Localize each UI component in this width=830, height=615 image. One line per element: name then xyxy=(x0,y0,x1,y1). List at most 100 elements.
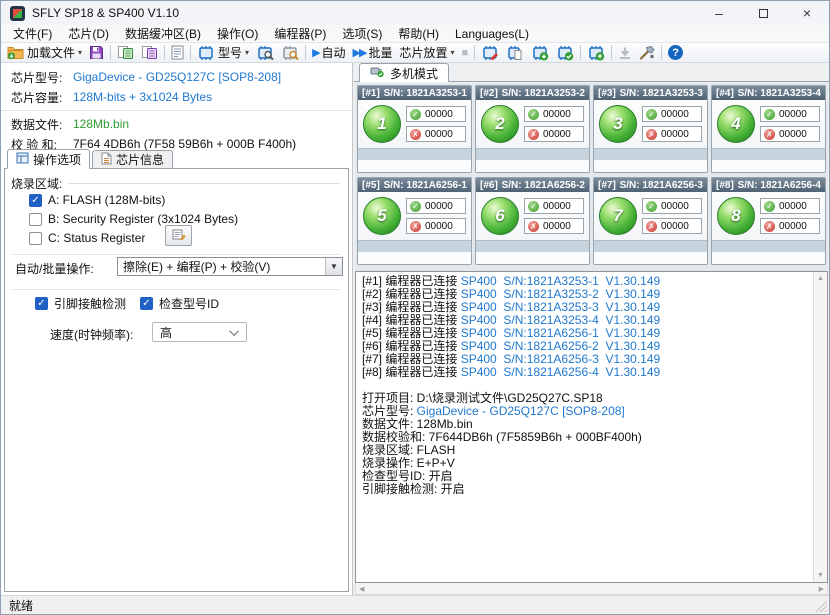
copy-from-buffer-button[interactable] xyxy=(138,43,161,62)
chip-detect-button[interactable] xyxy=(278,43,302,62)
load-file-dropdown-icon[interactable]: ▾ xyxy=(78,48,82,57)
log-text: 数据校验和: 7F644DB6h (7F5859B6h + 000BF400h) xyxy=(362,430,642,444)
program-button[interactable] xyxy=(528,43,552,62)
log-horizontal-scrollbar[interactable]: ◀ ▶ xyxy=(355,583,828,595)
fail-cross-icon: ✗ xyxy=(528,221,539,232)
programmer-card-footer xyxy=(476,160,589,172)
menu-file[interactable]: 文件(F) xyxy=(5,25,60,42)
data-file-value: 128Mb.bin xyxy=(73,117,129,131)
fail-counter: ✗ 00000 xyxy=(760,218,820,234)
help-button[interactable]: ? xyxy=(665,43,686,62)
play-icon: ▶ xyxy=(312,46,318,59)
select-model-dropdown-icon[interactable]: ▾ xyxy=(245,48,249,57)
load-file-button[interactable]: 加载文件 ▾ xyxy=(4,43,85,62)
status-register-settings-button[interactable] xyxy=(165,225,192,246)
fail-counter: ✗ 00000 xyxy=(406,218,466,234)
menu-chip[interactable]: 芯片(D) xyxy=(60,25,117,42)
stop-button[interactable]: ■ xyxy=(459,43,472,62)
chip-model-label: 芯片型号: xyxy=(11,69,73,86)
blank-check-button[interactable] xyxy=(503,43,527,62)
close-button[interactable]: × xyxy=(785,1,829,25)
scroll-left-icon[interactable]: ◀ xyxy=(359,585,364,593)
checkbox-area-c[interactable]: C: Status Register xyxy=(29,231,145,245)
fail-cross-icon: ✗ xyxy=(764,221,775,232)
log-vertical-scrollbar[interactable]: ▲ ▼ xyxy=(813,272,827,582)
chip-search-button[interactable] xyxy=(253,43,277,62)
tools-button[interactable] xyxy=(636,43,658,62)
auto-batch-label: 自动/批量操作: xyxy=(15,260,94,277)
pass-count-value: 00000 xyxy=(425,201,453,212)
scroll-up-icon[interactable]: ▲ xyxy=(817,275,824,282)
programmer-counters: ✓ 00000 ✗ 00000 xyxy=(406,198,466,234)
tab-operation-label: 操作选项 xyxy=(33,151,81,168)
menu-programmer[interactable]: 编程器(P) xyxy=(266,25,334,42)
resize-grip[interactable] xyxy=(814,599,827,612)
copy-to-buffer-button[interactable] xyxy=(114,43,137,62)
programmer-card-footer xyxy=(476,252,589,264)
checkbox-checked-icon[interactable] xyxy=(35,297,48,310)
checkbox-area-a[interactable]: A: FLASH (128M-bits) xyxy=(29,193,165,207)
menu-buffer[interactable]: 数据缓冲区(B) xyxy=(117,25,209,42)
buffer-view-button[interactable] xyxy=(168,43,187,62)
programmer-card-strip xyxy=(358,240,471,252)
stop-icon: ■ xyxy=(462,47,469,59)
verify-button[interactable] xyxy=(553,43,577,62)
log-text-highlight: SP400 S/N:1821A6256-1 V1.30.149 xyxy=(461,326,660,340)
select-model-button[interactable]: 型号 ▾ xyxy=(194,43,252,62)
edit-form-icon xyxy=(172,228,186,243)
fail-count-value: 00000 xyxy=(779,129,807,140)
programmer-card-footer xyxy=(594,252,707,264)
scroll-right-icon[interactable]: ▶ xyxy=(819,585,824,593)
erase-button[interactable] xyxy=(478,43,502,62)
maximize-button[interactable] xyxy=(741,1,785,25)
menu-help[interactable]: 帮助(H) xyxy=(390,25,447,42)
window-title: SFLY SP18 & SP400 V1.10 xyxy=(32,6,179,20)
programmer-number-orb: 3 xyxy=(599,105,637,143)
tab-operation-options[interactable]: 操作选项 xyxy=(7,149,90,169)
scroll-down-icon[interactable]: ▼ xyxy=(817,572,824,579)
checkbox-pin-check[interactable]: 引脚接触检测 xyxy=(35,295,126,312)
checkbox-checked-icon[interactable] xyxy=(140,297,153,310)
programmer-index: [#2] xyxy=(480,88,498,99)
log-text-highlight: SP400 S/N:1821A3253-4 V1.30.149 xyxy=(461,313,660,327)
log-text: 引脚接触检测: 开启 xyxy=(362,482,465,496)
tab-chip-info[interactable]: 芯片信息 xyxy=(92,150,173,169)
download-firmware-button[interactable] xyxy=(615,43,635,62)
log-line: [#8] 编程器已连接 SP400 S/N:1821A6256-4 V1.30.… xyxy=(362,366,810,379)
programmer-card: [#5] S/N: 1821A6256-1 5 ✓ 00000 ✗ 00000 xyxy=(357,177,472,265)
chip-capacity-value: 128M-bits + 3x1024 Bytes xyxy=(73,90,212,104)
auto-batch-combobox[interactable]: 擦除(E) + 编程(P) + 校验(V) ▼ xyxy=(117,257,343,276)
chip-model-value[interactable]: GigaDevice - GD25Q127C [SOP8-208] xyxy=(73,70,281,84)
checkbox-id-check[interactable]: 检查型号ID xyxy=(140,295,219,312)
chip-place-dropdown-icon[interactable]: ▾ xyxy=(451,48,455,57)
checkbox-area-b[interactable]: B: Security Register (3x1024 Bytes) xyxy=(29,212,238,226)
read-button[interactable] xyxy=(584,43,608,62)
speed-combobox[interactable]: 高 xyxy=(152,322,247,342)
menu-options[interactable]: 选项(S) xyxy=(334,25,390,42)
programmer-counters: ✓ 00000 ✗ 00000 xyxy=(406,106,466,142)
log-text-highlight: SP400 S/N:1821A3253-3 V1.30.149 xyxy=(461,300,660,314)
batch-button[interactable]: ▶▶ 批量 xyxy=(350,43,396,62)
toolbar: 加载文件 ▾ 型号 ▾ ▶ 自动 xyxy=(1,43,829,63)
chip-place-button[interactable]: 芯片放置 ▾ xyxy=(396,43,457,62)
chip-capacity-row: 芯片容量: 128M-bits + 3x1024 Bytes xyxy=(1,87,352,107)
data-file-row: 数据文件: 128Mb.bin xyxy=(1,114,352,134)
pass-check-icon: ✓ xyxy=(646,109,657,120)
minimize-button[interactable]: – xyxy=(697,1,741,25)
pass-check-icon: ✓ xyxy=(410,201,421,212)
programmer-card-header: [#2] S/N: 1821A3253-2 xyxy=(476,86,589,100)
tab-multi-machine-mode[interactable]: 多机模式 xyxy=(359,63,449,82)
checkbox-unchecked-icon[interactable] xyxy=(29,232,42,245)
combo-dropdown-icon[interactable]: ▼ xyxy=(325,258,342,275)
area-b-label: B: Security Register (3x1024 Bytes) xyxy=(48,212,238,226)
chevron-down-icon xyxy=(229,326,239,336)
programmer-index: [#3] xyxy=(598,88,616,99)
checkbox-unchecked-icon[interactable] xyxy=(29,213,42,226)
fail-count-value: 00000 xyxy=(661,221,689,232)
checkbox-checked-icon[interactable] xyxy=(29,194,42,207)
menu-operation[interactable]: 操作(O) xyxy=(209,25,266,42)
auto-button[interactable]: ▶ 自动 xyxy=(309,43,348,62)
save-file-button[interactable] xyxy=(86,43,107,62)
fail-cross-icon: ✗ xyxy=(646,129,657,140)
menu-languages[interactable]: Languages(L) xyxy=(447,27,537,41)
